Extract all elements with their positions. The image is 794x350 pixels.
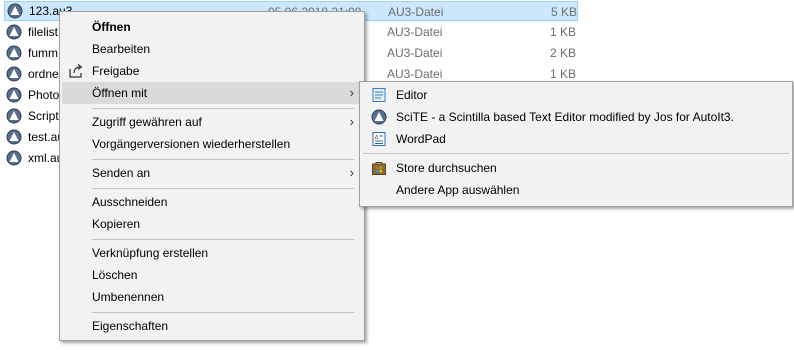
menu-item-open[interactable]: Öffnen [62,16,362,38]
menu-item-label: Kopieren [92,217,141,231]
menu-item-label: Store durchsuchen [396,161,497,175]
menu-item-label: Editor [396,88,428,102]
menu-item-label: Löschen [92,268,138,282]
file-name: Photo [28,88,60,102]
menu-item-label: Andere App auswählen [396,183,520,197]
menu-separator [363,153,789,154]
menu-item-label: Freigabe [92,64,140,78]
menu-separator [92,312,354,313]
autoit-script-icon [6,45,22,61]
menu-item-label: Vorgängerversionen wiederherstellen [92,137,291,151]
menu-item-label: Ausschneiden [92,195,168,209]
menu-item-label: SciTE - a Scintilla based Text Editor mo… [396,110,734,124]
file-type: AU3-Datei [387,25,443,39]
store-icon [372,162,386,175]
menu-item-properties[interactable]: Eigenschaften [62,315,362,337]
menu-item-label: Verknüpfung erstellen [92,246,209,260]
menu-item-edit[interactable]: Bearbeiten [62,38,362,60]
file-row[interactable]: test.au [4,127,64,147]
autoit-script-icon [6,24,22,40]
file-name: ordne [28,67,59,81]
menu-separator [92,239,354,240]
chevron-right-icon: › [349,114,354,129]
autoit-script-icon [7,3,23,19]
file-name: fumm [28,46,58,60]
wordpad-icon: A [372,132,386,146]
menu-item-other-app[interactable]: Andere App auswählen [362,179,790,201]
share-icon [69,64,83,78]
chevron-right-icon: › [349,85,354,100]
menu-item-label: Zugriff gewähren auf [92,115,202,129]
menu-item-label: Eigenschaften [92,319,169,333]
menu-item-label: WordPad [396,132,446,146]
menu-item-label: Umbenennen [92,290,165,304]
file-size: 2 KB [549,46,576,60]
file-type: AU3-Datei [387,46,443,60]
menu-item-label: Senden an [92,166,151,180]
menu-item-store[interactable]: Store durchsuchen [362,157,790,179]
open-with-submenu: Editor SciTE - a Scintilla based Text Ed… [359,81,793,207]
file-row[interactable]: xml.au [4,148,63,168]
menu-item-scite[interactable]: SciTE - a Scintilla based Text Editor mo… [362,106,790,128]
menu-item-label: Öffnen [92,20,131,34]
menu-item-label: Öffnen mit [92,86,148,100]
menu-item-grant-access[interactable]: Zugriff gewähren auf › [62,111,362,133]
menu-separator [92,188,354,189]
menu-item-restore-versions[interactable]: Vorgängerversionen wiederherstellen [62,133,362,155]
menu-item-share[interactable]: Freigabe [62,60,362,82]
file-size: 5 KB [550,5,577,19]
menu-item-create-shortcut[interactable]: Verknüpfung erstellen [62,242,362,264]
autoit-script-icon [6,87,22,103]
autoit-script-icon [371,109,387,125]
context-menu: Öffnen Bearbeiten Freigabe Öffnen mit › … [59,11,365,341]
menu-separator [92,108,354,109]
notepad-icon [372,88,386,102]
menu-separator [92,159,354,160]
autoit-script-icon [6,108,22,124]
autoit-script-icon [6,129,22,145]
menu-item-wordpad[interactable]: A WordPad [362,128,790,150]
menu-item-open-with[interactable]: Öffnen mit › [62,82,362,104]
menu-item-rename[interactable]: Umbenennen [62,286,362,308]
file-name: Script [28,109,59,123]
file-row[interactable]: Script [4,106,59,126]
menu-item-copy[interactable]: Kopieren [62,213,362,235]
file-name: filelist [28,25,59,39]
autoit-script-icon [6,150,22,166]
autoit-script-icon [6,66,22,82]
file-size: 1 KB [549,25,576,39]
file-row[interactable]: Photo [4,85,59,105]
menu-item-label: Bearbeiten [92,42,151,56]
menu-item-editor[interactable]: Editor [362,84,790,106]
chevron-right-icon: › [349,165,354,180]
menu-item-delete[interactable]: Löschen [62,264,362,286]
menu-item-send-to[interactable]: Senden an › [62,162,362,184]
menu-item-cut[interactable]: Ausschneiden [62,191,362,213]
file-type: AU3-Datei [388,5,444,19]
